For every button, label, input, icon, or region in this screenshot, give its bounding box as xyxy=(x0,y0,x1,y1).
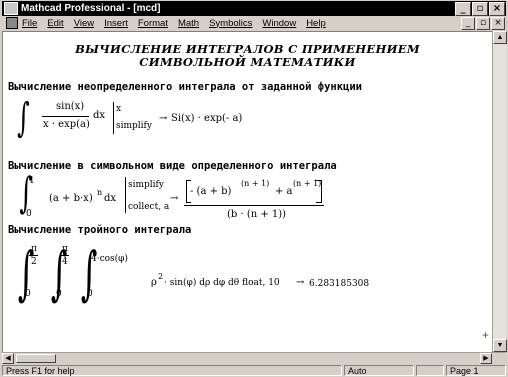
s2-dx: dx xyxy=(104,193,117,204)
worksheet-title-line2: СИМВОЛЬНОЙ МАТЕМАТИКИ xyxy=(139,55,356,69)
s2-result-bracket-top-right xyxy=(316,180,321,181)
s2-result-bracket-bottom-left xyxy=(186,202,191,203)
worksheet[interactable]: ВЫЧИСЛЕНИЕ ИНТЕГРАЛОВ С ПРИМЕНЕНИЕМ СИМВ… xyxy=(2,31,492,353)
s3-lower3[interactable]: 0 xyxy=(87,288,93,300)
s3-result[interactable]: 6.283185308 xyxy=(309,278,369,290)
s2-operator-bar xyxy=(125,177,126,213)
status-mode: Auto xyxy=(344,365,414,376)
s2-result-denominator[interactable]: (b · (n + 1)) xyxy=(227,209,286,221)
s2-result-numerator-term1[interactable]: - (a + b) xyxy=(190,186,231,198)
menu-math[interactable]: Math xyxy=(178,18,199,29)
doc-close-button[interactable]: × xyxy=(491,17,505,30)
horizontal-scroll-thumb[interactable] xyxy=(16,354,56,363)
title-bar: Mathcad Professional - [mcd] _ ▫ × xyxy=(2,1,506,16)
document-icon[interactable] xyxy=(6,17,18,29)
s1-operator-bar xyxy=(113,102,114,134)
scroll-right-arrow-icon[interactable]: ▶ xyxy=(480,353,492,364)
scroll-down-arrow-icon[interactable]: ▼ xyxy=(493,339,507,352)
menu-window[interactable]: Window xyxy=(262,18,296,29)
menu-view[interactable]: View xyxy=(74,18,94,29)
s3-integrand-rest[interactable]: · sin(φ) dρ dφ dθ float, 10 xyxy=(164,277,280,289)
s3-integrand-exp: 2 xyxy=(158,272,164,281)
app-icon[interactable] xyxy=(4,2,18,15)
s2-lower-limit[interactable]: 0 xyxy=(26,208,32,220)
s2-op-simplify[interactable]: simplify xyxy=(128,179,164,191)
menu-bar: File Edit View Insert Format Math Symbol… xyxy=(2,16,506,30)
menu-insert[interactable]: Insert xyxy=(104,18,128,29)
s3-lower2[interactable]: 0 xyxy=(56,288,62,300)
status-empty-cell xyxy=(416,365,444,376)
s2-result-bracket-bottom-right xyxy=(316,202,321,203)
s2-result-bracket-left xyxy=(186,180,187,203)
scroll-left-arrow-icon[interactable]: ◀ xyxy=(2,353,14,364)
s2-result-exp1: (n + 1) xyxy=(241,179,270,188)
s3-upper2-pi[interactable]: π xyxy=(62,243,68,255)
integral-sign: ∫ xyxy=(17,95,30,141)
menu-file[interactable]: File xyxy=(22,18,37,29)
s2-integrand-exp: n xyxy=(97,188,103,197)
s3-upper1-pi[interactable]: π xyxy=(31,243,37,255)
s1-denominator[interactable]: x · exp(a) xyxy=(43,119,90,131)
close-button[interactable]: × xyxy=(489,1,505,16)
s2-upper-limit[interactable]: 1 xyxy=(29,175,35,187)
s2-integrand[interactable]: (a + b·x) xyxy=(49,193,93,205)
window-title: Mathcad Professional - [mcd] xyxy=(21,3,161,14)
s3-upper2-den[interactable]: 4 xyxy=(62,256,68,268)
s1-result[interactable]: Si(x) · exp(- a) xyxy=(171,113,242,125)
s3-lower1[interactable]: 0 xyxy=(25,288,31,300)
doc-restore-button[interactable]: ▫ xyxy=(476,17,490,30)
s3-integrand[interactable]: ρ xyxy=(151,277,157,289)
menu-edit[interactable]: Edit xyxy=(47,18,63,29)
status-help-text: Press F1 for help xyxy=(2,365,342,376)
horizontal-scrollbar[interactable]: ◀ ▶ xyxy=(2,352,506,364)
status-page: Page 1 xyxy=(446,365,506,376)
s1-numerator[interactable]: sin(x) xyxy=(56,101,84,113)
menu-symbolics[interactable]: Symbolics xyxy=(209,18,252,29)
vertical-scrollbar[interactable]: ▲ ▼ xyxy=(492,31,507,352)
s2-result-fraction-bar xyxy=(184,205,324,206)
doc-minimize-button[interactable]: _ xyxy=(461,17,475,30)
s1-fraction-bar xyxy=(42,116,89,117)
s2-result-bracket-right xyxy=(321,180,322,203)
s1-op-simplify[interactable]: simplify xyxy=(116,120,152,132)
minimize-button[interactable]: _ xyxy=(455,1,471,16)
s2-arrow: → xyxy=(170,193,179,204)
worksheet-title-line1: ВЫЧИСЛЕНИЕ ИНТЕГРАЛОВ С ПРИМЕНЕНИЕМ xyxy=(75,42,420,56)
s2-result-numerator-term2[interactable]: + a xyxy=(275,186,293,198)
s3-upper1-den[interactable]: 2 xyxy=(31,256,37,268)
menu-help[interactable]: Help xyxy=(306,18,326,29)
s3-upper3[interactable]: 4·cos(φ) xyxy=(91,253,128,265)
status-bar: Press F1 for help Auto Page 1 xyxy=(0,364,508,377)
s1-op-x[interactable]: x xyxy=(116,103,121,115)
section2-heading: Вычисление в символьном виде определенно… xyxy=(8,160,337,172)
mathcad-window: Mathcad Professional - [mcd] _ ▫ × File … xyxy=(0,0,508,377)
maximize-button[interactable]: ▫ xyxy=(472,1,488,16)
insertion-crosshair: + xyxy=(482,328,490,342)
scroll-up-arrow-icon[interactable]: ▲ xyxy=(493,31,507,44)
menu-format[interactable]: Format xyxy=(138,18,168,29)
s2-op-collect[interactable]: collect, a xyxy=(128,201,169,213)
s1-dx: dx xyxy=(93,110,106,121)
s1-arrow: → xyxy=(159,113,168,124)
s2-result-bracket-top-left xyxy=(186,180,191,181)
document-window-buttons: _ ▫ × xyxy=(461,17,506,30)
section1-heading: Вычисление неопределенного интеграла от … xyxy=(8,81,363,93)
section3-heading: Вычисление тройного интеграла xyxy=(8,224,192,236)
s3-arrow: → xyxy=(296,277,305,288)
